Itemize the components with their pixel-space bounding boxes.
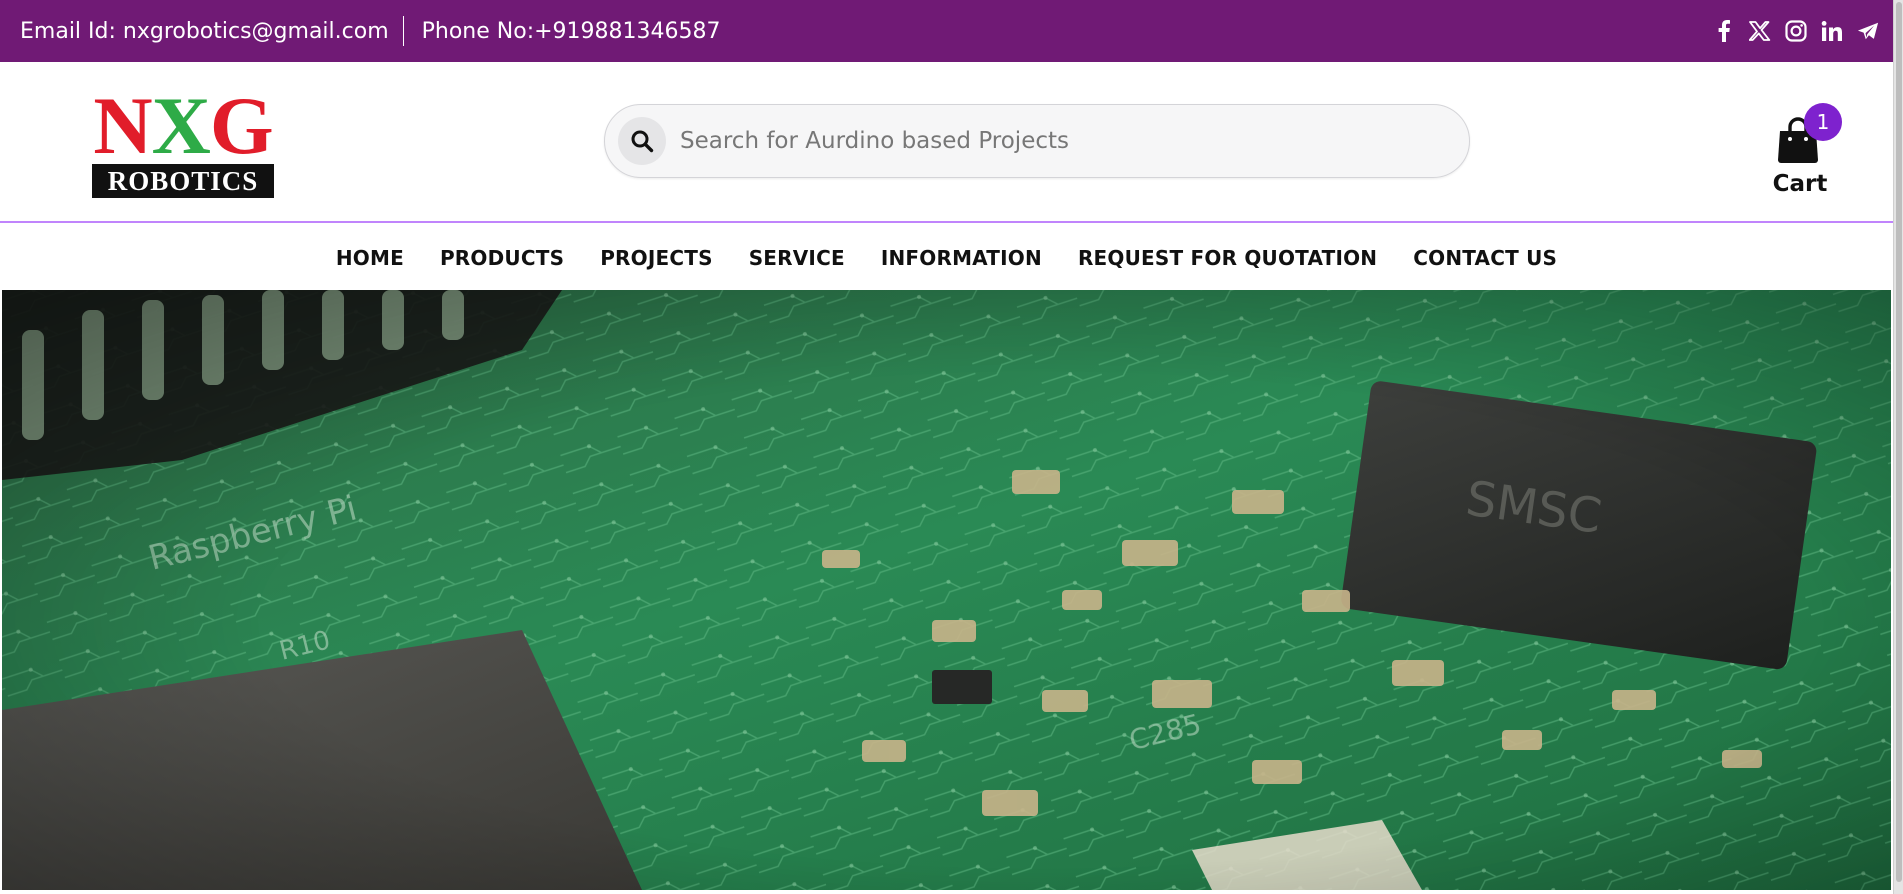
email-text[interactable]: Email Id: nxgrobotics@gmail.com [20, 19, 389, 44]
nav-contact-us[interactable]: CONTACT US [1413, 246, 1557, 270]
phone-text[interactable]: Phone No:+919881346587 [422, 19, 721, 44]
nav-projects[interactable]: PROJECTS [600, 246, 713, 270]
main-navigation: HOME PRODUCTS PROJECTS SERVICE INFORMATI… [0, 225, 1893, 290]
cart-button[interactable]: 1 Cart [1762, 82, 1842, 197]
instagram-icon[interactable] [1785, 19, 1807, 43]
nav-products[interactable]: PRODUCTS [440, 246, 564, 270]
top-contact-bar: Email Id: nxgrobotics@gmail.com Phone No… [0, 0, 1893, 62]
cart-count-badge: 1 [1804, 103, 1842, 141]
telegram-icon[interactable] [1857, 19, 1879, 43]
social-links [1713, 19, 1893, 43]
nav-information[interactable]: INFORMATION [881, 246, 1042, 270]
facebook-icon[interactable] [1713, 19, 1735, 43]
nav-request-for-quotation[interactable]: REQUEST FOR QUOTATION [1078, 246, 1377, 270]
nxg-robotics-logo[interactable]: N X G ROBOTICS [72, 80, 294, 198]
logo-subtitle: ROBOTICS [92, 164, 274, 198]
logo-letter-g: G [209, 80, 274, 171]
logo-wordmark: N X G [72, 80, 294, 171]
x-icon[interactable] [1749, 19, 1771, 43]
nav-service[interactable]: SERVICE [749, 246, 845, 270]
contact-info: Email Id: nxgrobotics@gmail.com Phone No… [0, 16, 721, 46]
hero-banner: SMSC Raspberry Pi R10 C285 [2, 290, 1891, 890]
site-header: N X G ROBOTICS 1 Cart [0, 62, 1893, 223]
cart-label: Cart [1772, 171, 1828, 197]
search-input[interactable] [680, 128, 1440, 154]
page-scrollbar[interactable] [1893, 0, 1903, 894]
nav-home[interactable]: HOME [336, 246, 404, 270]
logo-letter-n: N [93, 80, 152, 171]
divider [402, 16, 404, 46]
search-bar [604, 104, 1470, 178]
linkedin-icon[interactable] [1821, 19, 1843, 43]
scrollbar-thumb[interactable] [1896, 2, 1902, 882]
logo-letter-x: X [151, 80, 211, 171]
circuit-board-image: SMSC Raspberry Pi R10 C285 [2, 290, 1891, 890]
search-icon[interactable] [618, 117, 666, 165]
